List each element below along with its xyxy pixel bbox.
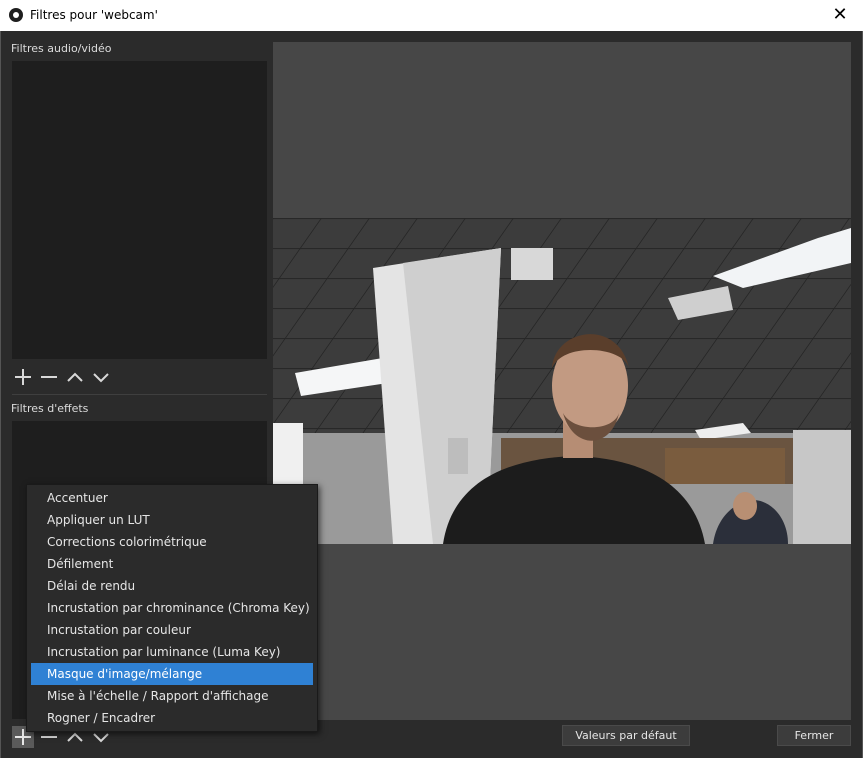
menu-item-luma-key[interactable]: Incrustation par luminance (Luma Key) xyxy=(31,641,313,663)
window-title: Filtres pour 'webcam' xyxy=(30,8,158,22)
title-bar: Filtres pour 'webcam' ✕ xyxy=(0,0,863,31)
menu-item-color-correction[interactable]: Corrections colorimétrique xyxy=(31,531,313,553)
move-up-icon[interactable] xyxy=(64,366,86,388)
remove-icon[interactable] xyxy=(38,366,60,388)
add-icon[interactable] xyxy=(12,366,34,388)
menu-item-render-delay[interactable]: Délai de rendu xyxy=(31,575,313,597)
audio-video-filters-list[interactable] xyxy=(12,61,267,359)
menu-item-sharpen[interactable]: Accentuer xyxy=(31,487,313,509)
effects-filters-label: Filtres d'effets xyxy=(11,402,89,415)
webcam-preview-image xyxy=(273,218,851,544)
menu-item-scroll[interactable]: Défilement xyxy=(31,553,313,575)
audio-video-filters-label: Filtres audio/vidéo xyxy=(11,42,112,55)
menu-item-crop-pad[interactable]: Rogner / Encadrer xyxy=(31,707,313,729)
divider xyxy=(12,394,267,395)
close-button[interactable]: Fermer xyxy=(777,725,851,746)
move-down-icon[interactable] xyxy=(90,366,112,388)
defaults-button[interactable]: Valeurs par défaut xyxy=(562,725,690,746)
obs-logo-icon xyxy=(9,8,23,22)
menu-item-apply-lut[interactable]: Appliquer un LUT xyxy=(31,509,313,531)
add-filter-menu: Accentuer Appliquer un LUT Corrections c… xyxy=(26,484,318,732)
menu-item-chroma-key[interactable]: Incrustation par chrominance (Chroma Key… xyxy=(31,597,313,619)
menu-item-image-mask-blend[interactable]: Masque d'image/mélange xyxy=(31,663,313,685)
audio-video-toolbar xyxy=(12,363,267,393)
close-window-button[interactable]: ✕ xyxy=(817,0,863,31)
menu-item-scaling-aspect-ratio[interactable]: Mise à l'échelle / Rapport d'affichage xyxy=(31,685,313,707)
menu-item-color-key[interactable]: Incrustation par couleur xyxy=(31,619,313,641)
